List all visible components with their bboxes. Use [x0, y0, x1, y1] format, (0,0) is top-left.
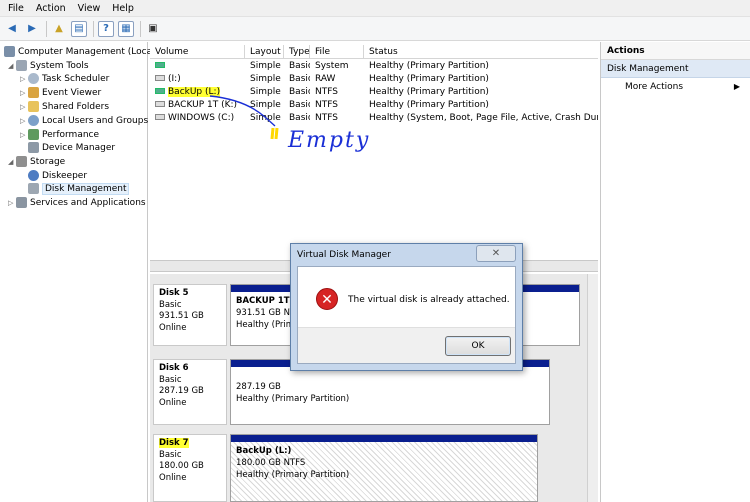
menu-bar: File Action View Help [0, 0, 750, 17]
submenu-arrow-icon: ▶ [733, 82, 740, 91]
menu-help[interactable]: Help [112, 3, 134, 14]
tree-item-performance[interactable]: ▷ Performance [20, 128, 99, 141]
error-icon: ✕ [316, 288, 338, 310]
column-type[interactable]: Type [284, 45, 310, 58]
device-manager-icon [28, 142, 39, 153]
storage-icon [16, 156, 27, 167]
table-row[interactable]: BACKUP 1T (K:) Simple Basic NTFS Healthy… [150, 99, 598, 112]
close-button[interactable]: ✕ [476, 245, 516, 262]
tree-item-services[interactable]: ▷ Services and Applications [8, 196, 146, 209]
diskeeper-icon [28, 170, 39, 181]
toolbar-divider [46, 20, 47, 37]
actions-section-disk-management[interactable]: Disk Management [601, 60, 750, 78]
tree-item-computer-management[interactable]: Computer Management (Local) [4, 45, 158, 58]
table-row[interactable]: (I:) Simple Basic RAW Healthy (Primary P… [150, 73, 598, 86]
disk-properties-icon[interactable]: ▣ [145, 21, 161, 37]
more-actions-item[interactable]: More Actions ▶ [601, 78, 750, 96]
collapse-arrow-icon[interactable]: ▷ [8, 199, 16, 207]
folder-icon [28, 101, 39, 112]
table-row[interactable]: BackUp (L:) Simple Basic NTFS Healthy (P… [150, 86, 598, 99]
collapse-arrow-icon[interactable]: ▷ [20, 103, 28, 111]
tools-icon [16, 60, 27, 71]
collapse-arrow-icon[interactable]: ▷ [20, 117, 28, 125]
collapse-arrow-icon[interactable]: ▷ [20, 89, 28, 97]
ok-button[interactable]: OK [445, 336, 511, 356]
navigation-tree: Computer Management (Local) ◢ System Too… [0, 42, 158, 502]
actions-pane: Actions Disk Management More Actions ▶ [600, 42, 750, 502]
tree-item-local-users[interactable]: ▷ Local Users and Groups [20, 114, 148, 127]
volume-icon [155, 62, 165, 68]
collapse-arrow-icon[interactable]: ▷ [20, 131, 28, 139]
annotation-empty-text: Empty [288, 128, 371, 153]
toolbar: ◀ ▶ ▲ ▤ ? ▦ ▣ [0, 17, 750, 41]
menu-action[interactable]: Action [36, 3, 66, 14]
help-icon[interactable]: ? [98, 20, 114, 37]
disk-label[interactable]: Disk 5 Basic 931.51 GB Online [153, 284, 227, 346]
partition-bar [231, 435, 537, 442]
services-icon [16, 197, 27, 208]
menu-file[interactable]: File [8, 3, 24, 14]
tree-item-shared-folders[interactable]: ▷ Shared Folders [20, 100, 109, 113]
tree-item-system-tools[interactable]: ◢ System Tools [8, 59, 89, 72]
tree-item-device-manager[interactable]: Device Manager [28, 141, 115, 154]
show-hide-tree-icon[interactable]: ▤ [71, 20, 87, 37]
dialog-body: ✕ The virtual disk is already attached. … [297, 266, 516, 364]
volume-icon [155, 75, 165, 81]
forward-arrow-icon[interactable]: ▶ [24, 21, 40, 37]
disk-management-icon [28, 183, 39, 194]
column-layout[interactable]: Layout [245, 45, 284, 58]
properties-icon[interactable]: ▦ [118, 20, 134, 37]
event-log-icon [28, 87, 39, 98]
disk-label[interactable]: Disk 7 Basic 180.00 GB Online [153, 434, 227, 502]
dialog-message: The virtual disk is already attached. [348, 295, 510, 305]
toolbar-divider [93, 20, 94, 37]
disk-map-scrollbar[interactable] [587, 274, 598, 502]
performance-icon [28, 129, 39, 140]
tree-item-storage[interactable]: ◢ Storage [8, 155, 65, 168]
users-icon [28, 115, 39, 126]
disk-name: Disk 7 [159, 438, 189, 448]
disk-label[interactable]: Disk 6 Basic 287.19 GB Online [153, 359, 227, 425]
volume-icon [155, 88, 165, 94]
volume-icon [155, 114, 165, 120]
actions-title: Actions [601, 42, 750, 60]
volume-icon [155, 101, 165, 107]
up-folder-icon[interactable]: ▲ [51, 21, 67, 37]
menu-view[interactable]: View [78, 3, 101, 14]
close-icon: ✕ [491, 248, 501, 259]
expand-arrow-icon[interactable]: ◢ [8, 62, 16, 70]
virtual-disk-manager-dialog: Virtual Disk Manager ✕ ✕ The virtual dis… [290, 243, 523, 371]
volume-list-header: Volume Layout Type File System Status [150, 45, 598, 71]
clock-icon [28, 73, 39, 84]
table-row[interactable]: WINDOWS (C:) Simple Basic NTFS Healthy (… [150, 112, 598, 125]
column-status[interactable]: Status [364, 45, 598, 58]
tree-item-event-viewer[interactable]: ▷ Event Viewer [20, 86, 101, 99]
collapse-arrow-icon[interactable]: ▷ [20, 75, 28, 83]
disk-name: Disk 6 [159, 363, 189, 373]
tree-item-task-scheduler[interactable]: ▷ Task Scheduler [20, 72, 109, 85]
column-file-system[interactable]: File System [310, 45, 364, 71]
disk-name: Disk 5 [159, 288, 189, 298]
toolbar-divider [140, 20, 141, 37]
annotation-arrow-mark [270, 127, 279, 140]
computer-icon [4, 46, 15, 57]
column-volume[interactable]: Volume [150, 45, 245, 58]
disk-partition[interactable]: BackUp (L:) 180.00 GB NTFS Healthy (Prim… [230, 434, 538, 502]
dialog-footer: OK [298, 327, 515, 363]
expand-arrow-icon[interactable]: ◢ [8, 158, 16, 166]
tree-item-disk-management[interactable]: Disk Management [28, 182, 130, 195]
back-arrow-icon[interactable]: ◀ [4, 21, 20, 37]
table-row[interactable]: Simple Basic Healthy (Primary Partition) [150, 60, 598, 73]
tree-item-diskeeper[interactable]: Diskeeper [28, 169, 87, 182]
